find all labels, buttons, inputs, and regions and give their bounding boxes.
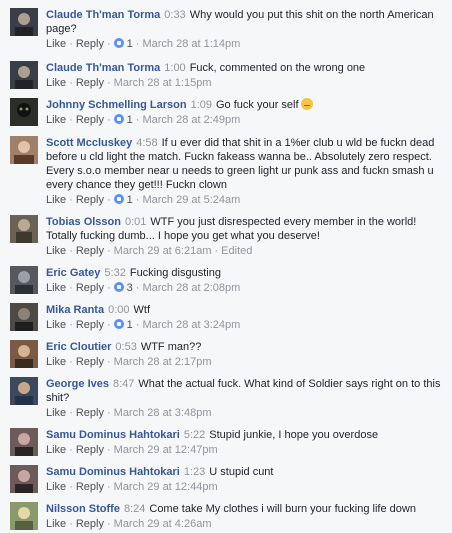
video-timestamp[interactable]: 8:47: [113, 378, 134, 390]
like-link[interactable]: Like: [46, 407, 66, 419]
video-timestamp[interactable]: 1:00: [164, 62, 185, 74]
avatar[interactable]: [10, 266, 38, 294]
commenter-name[interactable]: Tobias Olsson: [46, 216, 121, 228]
video-timestamp[interactable]: 8:24: [124, 503, 145, 515]
reply-link[interactable]: Reply: [76, 282, 104, 294]
comment-date[interactable]: March 28 at 3:48pm: [114, 407, 212, 419]
video-timestamp[interactable]: 0:00: [108, 304, 129, 316]
avatar[interactable]: [10, 98, 38, 126]
avatar[interactable]: [10, 61, 38, 89]
like-link[interactable]: Like: [46, 77, 66, 89]
reaction-count[interactable]: 3: [127, 282, 133, 294]
edited-label[interactable]: Edited: [221, 245, 252, 257]
reply-link[interactable]: Reply: [76, 38, 104, 50]
comment-date[interactable]: March 28 at 2:17pm: [114, 356, 212, 368]
avatar[interactable]: [10, 136, 38, 164]
commenter-name[interactable]: Claude Th'man Torma: [46, 9, 160, 21]
comment-date[interactable]: March 28 at 1:14pm: [142, 38, 240, 50]
video-timestamp[interactable]: 1:23: [184, 466, 205, 478]
like-link[interactable]: Like: [46, 481, 66, 493]
reply-link[interactable]: Reply: [76, 77, 104, 89]
commenter-name[interactable]: Scott Mccluskey: [46, 137, 132, 149]
video-timestamp[interactable]: 5:32: [104, 267, 125, 279]
commenter-name[interactable]: Claude Th'man Torma: [46, 62, 160, 74]
avatar[interactable]: [10, 8, 38, 36]
comment-date[interactable]: March 28 at 2:08pm: [142, 282, 240, 294]
reply-link[interactable]: Reply: [76, 319, 104, 331]
like-reaction-icon: [113, 319, 124, 329]
like-link[interactable]: Like: [46, 444, 66, 456]
comment-date[interactable]: March 29 at 4:26am: [114, 518, 212, 530]
angry-emoji-icon: [300, 98, 313, 110]
comment-text: WTF man??: [140, 341, 202, 353]
avatar[interactable]: [10, 340, 38, 368]
like-link[interactable]: Like: [46, 356, 66, 368]
reply-link[interactable]: Reply: [76, 114, 104, 126]
reaction-count[interactable]: 1: [127, 319, 133, 331]
video-timestamp[interactable]: 0:01: [125, 216, 146, 228]
commenter-name[interactable]: Nilsson Stoffe: [46, 503, 120, 515]
like-link[interactable]: Like: [46, 114, 66, 126]
video-timestamp[interactable]: 4:58: [136, 137, 157, 149]
comment-date[interactable]: March 29 at 12:47pm: [114, 444, 218, 456]
comment-date[interactable]: March 29 at 6:21am: [114, 245, 212, 257]
comment-date[interactable]: March 29 at 5:24am: [142, 194, 240, 206]
comment-text: Come take My clothes i will burn your fu…: [149, 503, 416, 515]
reply-link[interactable]: Reply: [76, 356, 104, 368]
like-reaction-icon: [113, 282, 124, 292]
reaction-count[interactable]: 1: [127, 194, 133, 206]
commenter-name[interactable]: Eric Cloutier: [46, 341, 111, 353]
video-timestamp[interactable]: 0:33: [164, 9, 185, 21]
reply-link[interactable]: Reply: [76, 407, 104, 419]
like-link[interactable]: Like: [46, 194, 66, 206]
like-link[interactable]: Like: [46, 282, 66, 294]
comment-date[interactable]: March 28 at 2:49pm: [142, 114, 240, 126]
like-reaction-icon: [113, 114, 124, 124]
commenter-name[interactable]: Samu Dominus Hahtokari: [46, 466, 180, 478]
reply-link[interactable]: Reply: [76, 194, 104, 206]
comment-text: Go fuck your self: [216, 99, 299, 111]
avatar[interactable]: [10, 215, 38, 243]
like-link[interactable]: Like: [46, 38, 66, 50]
like-link[interactable]: Like: [46, 245, 66, 257]
commenter-name[interactable]: George Ives: [46, 378, 109, 390]
like-reaction-icon: [113, 194, 124, 204]
comment-text: Wtf: [133, 304, 151, 316]
avatar[interactable]: [10, 465, 38, 493]
reaction-count[interactable]: 1: [127, 38, 133, 50]
commenter-name[interactable]: Samu Dominus Hahtokari: [46, 429, 180, 441]
commenter-name[interactable]: Johnny Schmelling Larson: [46, 99, 187, 111]
reply-link[interactable]: Reply: [76, 245, 104, 257]
comment-date[interactable]: March 28 at 3:24pm: [142, 319, 240, 331]
video-timestamp[interactable]: 1:09: [191, 99, 212, 111]
video-timestamp[interactable]: 0:53: [115, 341, 136, 353]
avatar[interactable]: [10, 428, 38, 456]
like-link[interactable]: Like: [46, 518, 66, 530]
commenter-name[interactable]: Mika Ranta: [46, 304, 104, 316]
like-reaction-icon: [113, 38, 124, 48]
comment-date[interactable]: March 29 at 12:44pm: [114, 481, 218, 493]
avatar[interactable]: [10, 303, 38, 331]
like-link[interactable]: Like: [46, 319, 66, 331]
comment-text: U stupid cunt: [209, 466, 274, 478]
avatar[interactable]: [10, 377, 38, 405]
comment-date[interactable]: March 28 at 1:15pm: [114, 77, 212, 89]
reply-link[interactable]: Reply: [76, 481, 104, 493]
video-timestamp[interactable]: 5:22: [184, 429, 205, 441]
comment-text: Stupid junkie, I hope you overdose: [209, 429, 379, 441]
reaction-count[interactable]: 1: [127, 114, 133, 126]
comment-text: Fucking disgusting: [129, 267, 221, 279]
reply-link[interactable]: Reply: [76, 444, 104, 456]
commenter-name[interactable]: Eric Gatey: [46, 267, 100, 279]
comment-text: Fuck, commented on the wrong one: [189, 62, 366, 74]
reply-link[interactable]: Reply: [76, 518, 104, 530]
avatar[interactable]: [10, 502, 38, 530]
